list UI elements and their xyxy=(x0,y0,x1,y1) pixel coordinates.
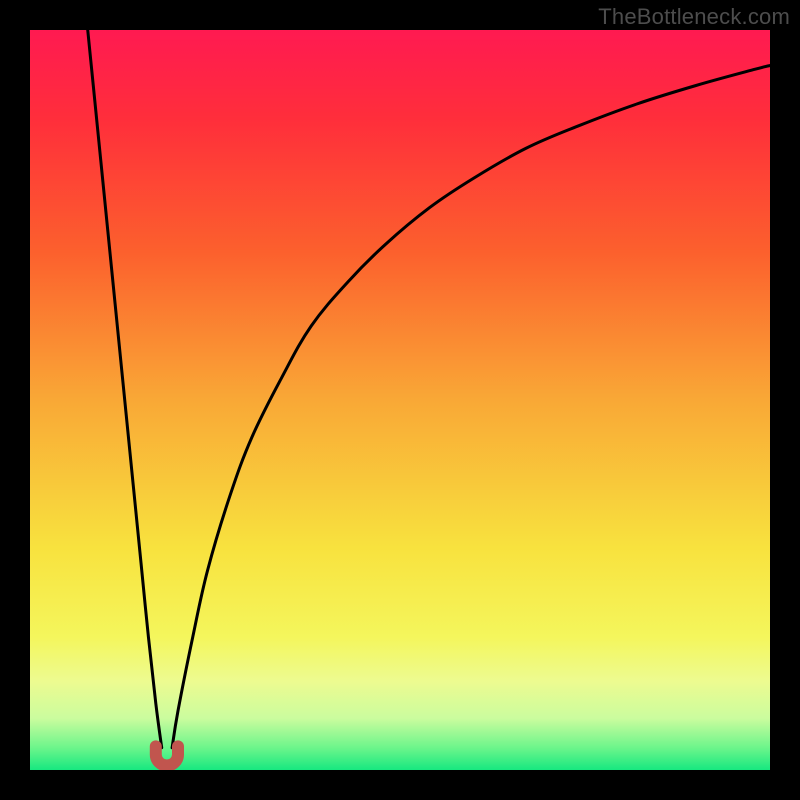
chart-frame: TheBottleneck.com xyxy=(0,0,800,800)
gradient-background xyxy=(30,30,770,770)
bottleneck-chart xyxy=(30,30,770,770)
watermark-text: TheBottleneck.com xyxy=(598,4,790,30)
